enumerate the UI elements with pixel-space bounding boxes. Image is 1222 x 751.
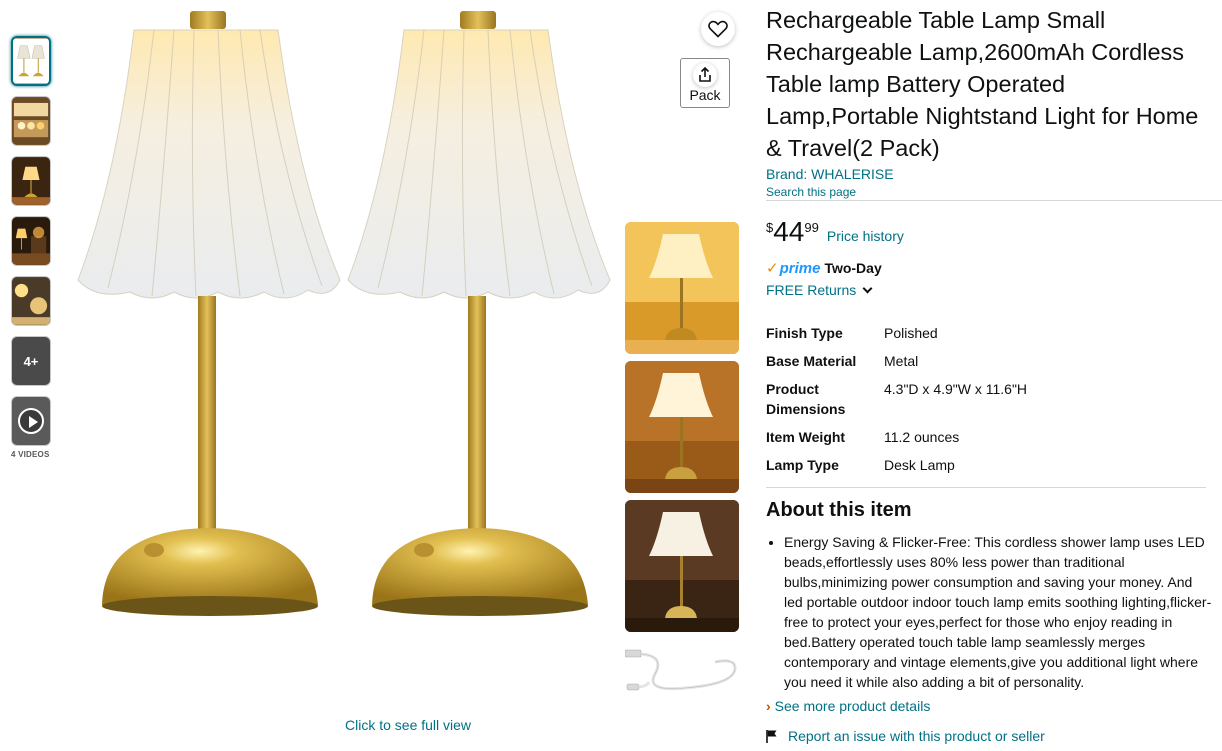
variant-cool-light[interactable] <box>625 500 739 632</box>
spec-row: Product Dimensions 4.3"D x 4.9"W x 11.6"… <box>766 376 1066 424</box>
spec-row: Lamp Type Desk Lamp <box>766 452 1066 480</box>
spec-value: 11.2 ounces <box>884 429 960 445</box>
variant-usb-cable[interactable] <box>624 644 745 706</box>
thumbnail-1[interactable] <box>11 36 51 86</box>
thumbnail-more[interactable]: 4+ <box>11 336 51 386</box>
free-returns-link[interactable]: FREE Returns <box>766 282 1212 298</box>
spec-key: Item Weight <box>766 429 846 445</box>
spec-row: Item Weight 11.2 ounces <box>766 424 1066 452</box>
thumbnail-4[interactable] <box>11 216 51 266</box>
divider <box>766 487 1206 488</box>
share-button[interactable]: Pack <box>680 58 730 108</box>
product-title: Rechargeable Table Lamp Small Rechargeab… <box>766 7 1199 161</box>
play-icon <box>18 408 44 434</box>
spec-row: Finish Type Polished <box>766 320 1066 348</box>
spec-value: Desk Lamp <box>884 457 955 473</box>
prime-check-icon: ✓ <box>766 260 779 277</box>
spec-value: Metal <box>884 353 919 369</box>
thumbnail-image <box>12 277 50 325</box>
videos-count-label: 4 VIDEOS <box>11 450 50 459</box>
variant-image <box>625 500 739 632</box>
more-images-count: 4+ <box>23 353 39 369</box>
main-product-image[interactable] <box>68 0 613 705</box>
thumbnail-5[interactable] <box>11 276 51 326</box>
price-row: $ 44 99 Price history <box>766 218 1212 246</box>
add-to-list-button[interactable] <box>701 12 735 46</box>
pack-label: Pack <box>689 87 721 103</box>
thumbnail-video[interactable] <box>11 396 51 446</box>
thumbnail-image <box>12 217 50 265</box>
variant-images <box>624 222 739 706</box>
see-more-details-link[interactable]: › See more product details <box>766 698 1212 714</box>
flag-icon <box>766 730 777 743</box>
variant-image <box>625 361 739 493</box>
about-bullet: Energy Saving & Flicker-Free: This cordl… <box>784 532 1212 692</box>
heart-icon <box>708 20 728 38</box>
see-more-label: See more product details <box>774 698 931 714</box>
product-specs-table: Finish Type Polished Base Material Metal… <box>766 320 1066 480</box>
lamp-right <box>347 11 611 616</box>
thumbnail-3[interactable] <box>11 156 51 206</box>
chevron-down-icon <box>862 283 873 293</box>
price-history-link[interactable]: Price history <box>827 228 904 244</box>
prime-logo: prime <box>779 259 821 277</box>
spec-key: Base Material <box>766 353 857 369</box>
chevron-right-icon: › <box>766 698 771 714</box>
spec-key: Finish Type <box>766 325 843 341</box>
report-label: Report an issue with this product or sel… <box>788 728 1045 744</box>
spec-key: Product Dimensions <box>766 381 846 417</box>
variant-warm-light[interactable] <box>625 222 739 354</box>
spec-value: Polished <box>884 325 938 341</box>
prime-delivery-label: Two-Day <box>824 260 882 276</box>
thumbnail-image <box>13 38 49 84</box>
spec-key: Lamp Type <box>766 457 839 473</box>
variant-image <box>625 222 739 354</box>
prime-badge: ✓ prime Two-Day <box>766 259 1212 278</box>
thumbnail-strip: 4+ 4 VIDEOS <box>11 36 53 459</box>
spec-row: Base Material Metal <box>766 348 1066 376</box>
search-this-page-link[interactable]: Search this page <box>766 185 1212 199</box>
spec-value: 4.3"D x 4.9"W x 11.6"H <box>884 381 1028 397</box>
lamp-left <box>77 11 341 616</box>
price-whole: 44 <box>773 216 805 247</box>
free-returns-label: FREE Returns <box>766 282 857 298</box>
price-fraction: 99 <box>804 220 819 235</box>
about-heading: About this item <box>766 499 912 521</box>
usb-cable-image <box>624 649 737 691</box>
price-symbol: $ <box>766 220 774 235</box>
divider <box>766 200 1222 201</box>
see-full-view-link[interactable]: Click to see full view <box>345 717 471 733</box>
about-bullets: Energy Saving & Flicker-Free: This cordl… <box>766 532 1212 692</box>
brand-link[interactable]: Brand: WHALERISE <box>766 166 1212 182</box>
product-info: Rechargeable Table Lamp Small Rechargeab… <box>766 4 1222 744</box>
thumbnail-2[interactable] <box>11 96 51 146</box>
report-issue-link[interactable]: Report an issue with this product or sel… <box>766 728 1212 744</box>
thumbnail-image <box>12 157 50 205</box>
thumbnail-image <box>12 97 50 145</box>
variant-neutral-light[interactable] <box>625 361 739 493</box>
share-icon <box>693 63 717 87</box>
lamp-pair-image <box>77 11 611 616</box>
